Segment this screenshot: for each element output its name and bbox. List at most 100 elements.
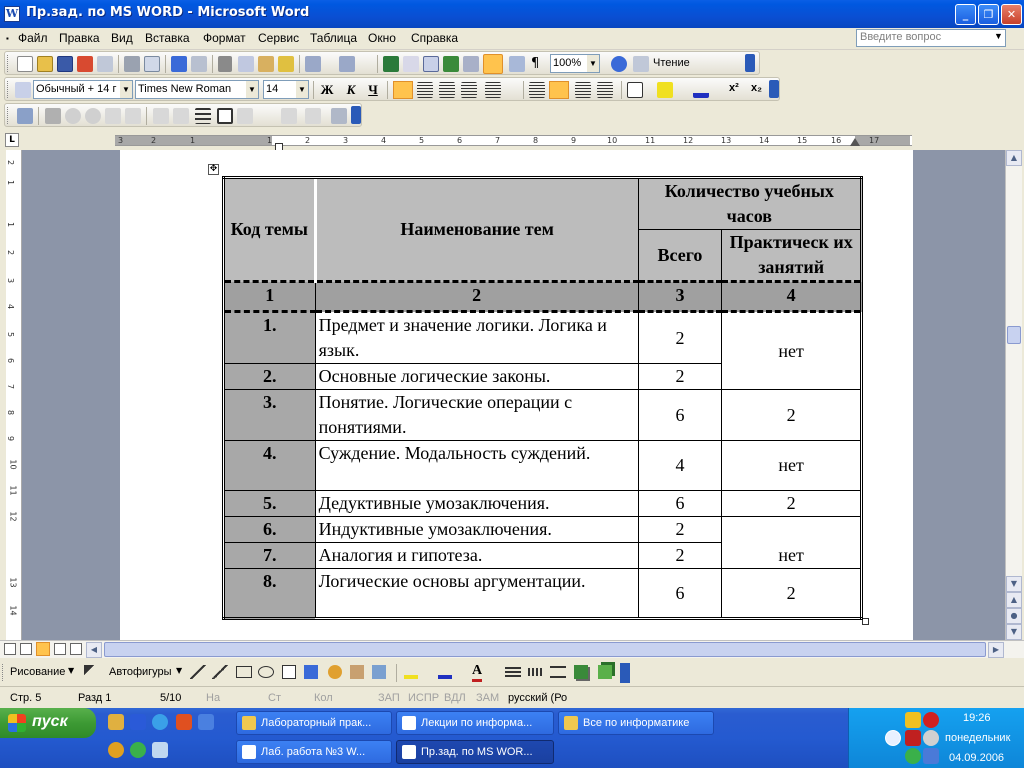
compress-icon[interactable]	[217, 108, 233, 124]
open-folder-icon[interactable]	[37, 56, 53, 72]
table-move-handle-icon[interactable]: ✥	[208, 164, 219, 175]
tables-borders-icon[interactable]	[403, 56, 419, 72]
increase-indent-icon[interactable]	[597, 82, 613, 98]
right-indent-icon[interactable]	[850, 138, 860, 146]
taskbar-item[interactable]: Лекции по информа...	[396, 711, 554, 735]
shadow-style-icon[interactable]	[574, 665, 588, 679]
research-icon[interactable]	[191, 56, 207, 72]
network-status-icon[interactable]	[905, 748, 921, 764]
align-right-icon[interactable]	[439, 82, 455, 98]
menu-tools[interactable]: Сервис	[258, 31, 299, 45]
web-view-icon[interactable]	[20, 643, 32, 655]
contrast-icon[interactable]	[65, 108, 81, 124]
borders-icon[interactable]	[627, 82, 643, 98]
hyperlink-icon[interactable]	[383, 56, 399, 72]
tray-collapse-icon[interactable]	[885, 730, 901, 746]
toolbar-options-icon[interactable]	[769, 80, 779, 98]
insert-table-icon[interactable]	[423, 56, 439, 72]
autoshapes-arrow-icon[interactable]: ▼	[176, 666, 182, 675]
horizontal-scrollbar[interactable]: ◀ ▶	[0, 640, 1024, 658]
menu-insert[interactable]: Вставка	[145, 31, 190, 45]
menu-view[interactable]: Вид	[111, 31, 133, 45]
diagram-icon[interactable]	[328, 665, 342, 679]
format-picture-icon[interactable]	[281, 108, 297, 124]
menu-format[interactable]: Формат	[203, 31, 246, 45]
vertical-ruler[interactable]: 2 1 1 2 3 4 5 6 7 8 9 10 11 12 13 14	[6, 150, 22, 640]
textbox-icon[interactable]	[282, 665, 296, 679]
normal-view-icon[interactable]	[4, 643, 16, 655]
topics-table[interactable]: Код темы Наименование тем Количество уче…	[222, 176, 863, 620]
document-map-icon[interactable]	[509, 56, 525, 72]
arrow-icon[interactable]	[212, 665, 228, 679]
set-transparent-icon[interactable]	[305, 108, 321, 124]
quicklaunch-ie-icon[interactable]	[152, 714, 168, 730]
scroll-left-icon[interactable]: ◀	[86, 642, 102, 658]
quicklaunch-word-icon[interactable]	[130, 714, 146, 730]
word-app-icon[interactable]: W	[4, 6, 20, 22]
highlight-icon[interactable]	[657, 82, 673, 98]
menu-window[interactable]: Окно	[368, 31, 396, 45]
numbering-icon[interactable]	[529, 82, 545, 98]
toolbar-options-icon[interactable]	[620, 663, 630, 683]
select-objects-icon[interactable]	[84, 665, 96, 679]
quicklaunch-messenger-icon[interactable]	[130, 742, 146, 758]
status-extend[interactable]: ВДЛ	[444, 692, 466, 704]
status-overtype[interactable]: ЗАМ	[476, 692, 499, 704]
rotate-icon[interactable]	[125, 108, 141, 124]
quicklaunch-powerpoint-icon[interactable]	[176, 714, 192, 730]
oval-icon[interactable]	[258, 666, 274, 678]
status-track[interactable]: ИСПР	[408, 692, 439, 704]
toolbar-grip[interactable]	[2, 664, 5, 681]
zoom-select[interactable]: 100% ▼	[550, 54, 600, 73]
font-size-select[interactable]: 14 ▼	[263, 80, 309, 99]
drawing-menu-arrow-icon[interactable]: ▼	[68, 666, 74, 675]
hscroll-thumb[interactable]	[104, 642, 986, 657]
print-icon[interactable]	[124, 56, 140, 72]
ask-dropdown-icon[interactable]: ▼	[994, 31, 1003, 41]
split-cells-icon[interactable]	[173, 108, 189, 124]
kaspersky-icon[interactable]	[905, 730, 921, 746]
copy-icon[interactable]	[238, 56, 254, 72]
columns-icon[interactable]	[463, 56, 479, 72]
antivirus-icon[interactable]	[923, 712, 939, 728]
scroll-down-icon[interactable]: ▼	[1006, 576, 1022, 592]
minimize-button[interactable]: _	[955, 4, 976, 25]
subscript-icon[interactable]: x₂	[751, 82, 762, 94]
menu-file[interactable]: Файл	[18, 31, 48, 45]
bullets-icon[interactable]	[549, 81, 569, 99]
print-layout-icon[interactable]	[36, 642, 50, 656]
rectangle-icon[interactable]	[236, 666, 252, 678]
line-icon[interactable]	[190, 665, 206, 679]
tab-selector-icon[interactable]: L	[5, 133, 19, 147]
status-record[interactable]: ЗАП	[378, 692, 400, 704]
maximize-button[interactable]: ❐	[978, 4, 999, 25]
clock-date[interactable]: 04.09.2006	[949, 752, 1004, 764]
quicklaunch-media-icon[interactable]	[108, 742, 124, 758]
scroll-right-icon[interactable]: ▶	[988, 642, 1004, 658]
insert-picture-icon[interactable]	[372, 665, 386, 679]
outline-view-icon[interactable]	[54, 643, 66, 655]
drawing-menu-button[interactable]: Рисование	[10, 666, 65, 678]
styles-pane-icon[interactable]	[15, 82, 31, 98]
fill-color-icon[interactable]	[404, 665, 418, 679]
text-wrap-icon[interactable]	[237, 108, 253, 124]
brightness-icon[interactable]	[85, 108, 101, 124]
dash-style-icon[interactable]	[528, 668, 544, 676]
arrow-style-icon[interactable]	[550, 666, 566, 678]
reset-picture-icon[interactable]	[331, 108, 347, 124]
email-icon[interactable]	[97, 56, 113, 72]
quicklaunch-network-icon[interactable]	[152, 742, 168, 758]
print-preview-icon[interactable]	[144, 56, 160, 72]
taskbar-item[interactable]: Все по информатике	[558, 711, 714, 735]
menu-help[interactable]: Справка	[411, 31, 458, 45]
text-color-icon[interactable]: A	[472, 663, 483, 682]
previous-page-icon[interactable]: ▲	[1006, 592, 1022, 608]
italic-button[interactable]: К	[341, 81, 361, 99]
start-button[interactable]: пуск	[0, 708, 96, 738]
decrease-indent-icon[interactable]	[575, 82, 591, 98]
clock-day[interactable]: понедельник	[945, 732, 1010, 744]
menu-table[interactable]: Таблица	[310, 31, 357, 45]
merge-cells-icon[interactable]	[153, 108, 169, 124]
new-document-icon[interactable]	[17, 56, 33, 72]
line-spacing-icon[interactable]	[485, 82, 501, 98]
